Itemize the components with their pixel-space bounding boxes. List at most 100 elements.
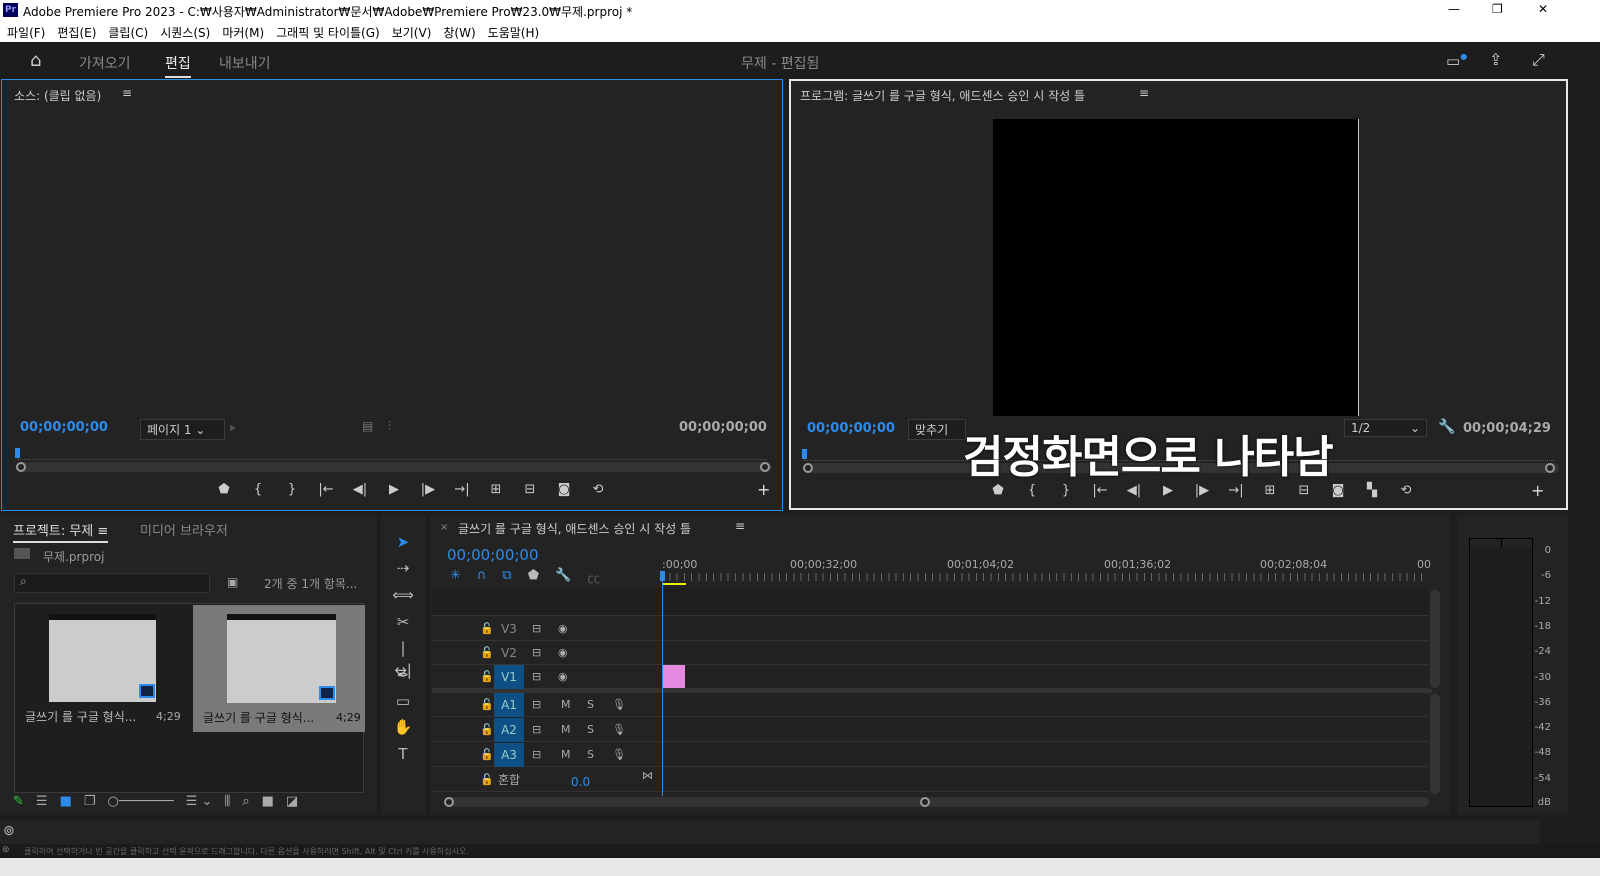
menu-file[interactable]: 파일(F) — [7, 26, 45, 40]
add-button-icon[interactable]: + — [757, 480, 770, 499]
maximize-button[interactable]: ❐ — [1492, 2, 1503, 16]
tab-project[interactable]: 프로젝트: 무제 ≡ — [13, 520, 109, 543]
step-back-icon[interactable]: ◀| — [1124, 483, 1144, 498]
track-label[interactable]: A1 — [494, 693, 524, 717]
slip-tool-icon[interactable]: |↔| — [392, 637, 414, 679]
microphone-icon[interactable]: 🎙 — [612, 743, 626, 767]
lock-icon[interactable]: 🔓 — [480, 665, 494, 689]
go-to-in-icon[interactable]: |← — [1090, 483, 1110, 498]
razor-tool-icon[interactable]: ✂ — [392, 611, 414, 633]
track-label[interactable]: V2 — [494, 641, 524, 665]
minimize-button[interactable]: — — [1448, 2, 1460, 16]
timeline-timecode[interactable]: 00;00;00;00 — [447, 546, 539, 564]
bowtie-icon[interactable]: ⋈ — [642, 764, 653, 788]
zoom-slider[interactable]: ○─────── — [108, 794, 174, 809]
ripple-edit-tool-icon[interactable]: ⟺ — [392, 584, 414, 606]
sync-lock-icon[interactable]: ⊟ — [532, 693, 541, 717]
lock-icon[interactable]: 🔓 — [480, 718, 494, 742]
lock-icon[interactable]: 🔓 — [480, 641, 494, 665]
icon-view-icon[interactable]: ■ — [60, 794, 72, 809]
scroll-handle-right[interactable] — [920, 797, 930, 807]
lock-icon[interactable]: 🔓 — [480, 693, 494, 717]
mute-button[interactable]: M — [561, 718, 571, 742]
go-to-out-icon[interactable]: →| — [452, 482, 472, 497]
panel-menu-icon[interactable]: ≡ — [735, 519, 745, 533]
freeform-view-icon[interactable]: ❐ — [84, 794, 96, 809]
audio-wave-icon[interactable]: ⫶ — [388, 419, 391, 434]
hand-tool-icon[interactable]: ✋ — [392, 716, 414, 738]
track-a1[interactable] — [662, 693, 1428, 717]
fullscreen-icon[interactable]: ⤢ — [1532, 50, 1545, 70]
folder-up-icon[interactable] — [14, 548, 30, 559]
lock-icon[interactable]: 🔓 — [480, 768, 494, 792]
mute-button[interactable]: M — [561, 693, 571, 717]
quick-export-panel-icon[interactable]: ▭● — [1446, 52, 1467, 70]
menu-view[interactable]: 보기(V) — [392, 26, 432, 40]
tab-export[interactable]: 내보내기 — [219, 53, 271, 73]
track-label[interactable]: A3 — [494, 743, 524, 767]
find-icon[interactable]: ⌕ — [242, 794, 249, 809]
sync-lock-icon[interactable]: ⊟ — [532, 617, 541, 641]
track-a2[interactable] — [662, 718, 1428, 742]
source-time-ruler[interactable] — [17, 452, 767, 460]
source-zoom-scrollbar[interactable] — [16, 462, 772, 472]
find-folder-icon[interactable]: ▣ — [227, 575, 238, 589]
overwrite-icon[interactable]: ⊟ — [520, 482, 540, 497]
track-label[interactable]: A2 — [494, 718, 524, 742]
snap-icon[interactable]: ∩ — [477, 568, 487, 587]
share-icon[interactable]: ⇪ — [1489, 50, 1502, 69]
video-vertical-scrollbar[interactable] — [1430, 590, 1440, 688]
playhead-handle[interactable] — [660, 571, 665, 581]
track-label[interactable]: V1 — [494, 665, 524, 689]
compare-view-icon[interactable]: ▚ — [1362, 483, 1382, 498]
mix-volume[interactable]: 0.0 — [571, 770, 590, 794]
captions-icon[interactable]: ㏄ — [587, 568, 600, 587]
extract-icon[interactable]: ⊟ — [1294, 483, 1314, 498]
rectangle-tool-icon[interactable]: ▭ — [392, 690, 414, 712]
tab-edit[interactable]: 편집 — [165, 53, 191, 78]
linked-selection-icon[interactable]: ⧉ — [502, 568, 511, 587]
export-frame-icon[interactable]: ◙ — [1328, 483, 1348, 498]
video-clip[interactable] — [663, 665, 685, 688]
button-editor-icon[interactable]: ⟲ — [588, 482, 608, 497]
new-item-icon[interactable]: ◪ — [286, 794, 298, 809]
insert-icon[interactable]: ⊞ — [486, 482, 506, 497]
scroll-handle-left[interactable] — [803, 463, 813, 473]
sync-lock-icon[interactable]: ⊟ — [532, 665, 541, 689]
menu-edit[interactable]: 편집(E) — [57, 26, 96, 40]
close-button[interactable]: ✕ — [1538, 2, 1548, 16]
solo-button[interactable]: S — [587, 693, 594, 717]
selection-tool-icon[interactable]: ➤ — [392, 531, 414, 553]
sync-lock-icon[interactable]: ⊟ — [532, 743, 541, 767]
menu-window[interactable]: 창(W) — [443, 26, 475, 40]
pen-tool-icon[interactable]: ✒ — [392, 664, 414, 686]
menu-clip[interactable]: 클립(C) — [108, 26, 148, 40]
scroll-handle-left[interactable] — [444, 797, 454, 807]
lock-icon[interactable]: 🔓 — [480, 743, 494, 767]
pencil-icon[interactable]: ✎ — [13, 794, 24, 809]
track-mix[interactable] — [662, 768, 1428, 792]
resolution-dropdown[interactable]: 1/2 ⌄ — [1344, 419, 1427, 437]
track-select-tool-icon[interactable]: ⇢ — [392, 557, 414, 579]
project-item-selected[interactable]: 글쓰기 를 구글 형식... 4;29 — [193, 605, 365, 732]
source-timecode[interactable]: 00;00;00;00 — [20, 420, 108, 435]
audio-vertical-scrollbar[interactable] — [1430, 694, 1440, 794]
time-ruler[interactable]: :00;00 00;00;32;00 00;01;04;02 00;01;36;… — [662, 556, 1432, 586]
add-button-icon[interactable]: + — [1531, 481, 1544, 500]
type-tool-icon[interactable]: T — [392, 743, 414, 765]
project-search-input[interactable]: ⌕ — [14, 573, 210, 593]
go-to-in-icon[interactable]: |← — [316, 482, 336, 497]
microphone-icon[interactable]: 🎙 — [612, 718, 626, 742]
sort-icon[interactable]: ☰ ⌄ — [186, 794, 213, 809]
add-marker-icon[interactable]: ⬟ — [988, 483, 1008, 498]
solo-button[interactable]: S — [587, 743, 594, 767]
lock-icon[interactable]: 🔓 — [480, 617, 494, 641]
settings-wrench-icon[interactable]: 🔧 — [555, 568, 571, 587]
sequence-tab[interactable]: 글쓰기 를 구글 형식, 애드센스 승인 시 작성 틀 — [458, 520, 691, 537]
fit-dropdown[interactable]: 맞추기 — [908, 419, 966, 440]
step-forward-icon[interactable]: |▶ — [1192, 483, 1212, 498]
close-tab-icon[interactable]: × — [440, 522, 448, 533]
scroll-handle-right[interactable] — [760, 462, 770, 472]
menu-sequence[interactable]: 시퀀스(S) — [160, 26, 210, 40]
track-v3[interactable] — [662, 617, 1428, 641]
